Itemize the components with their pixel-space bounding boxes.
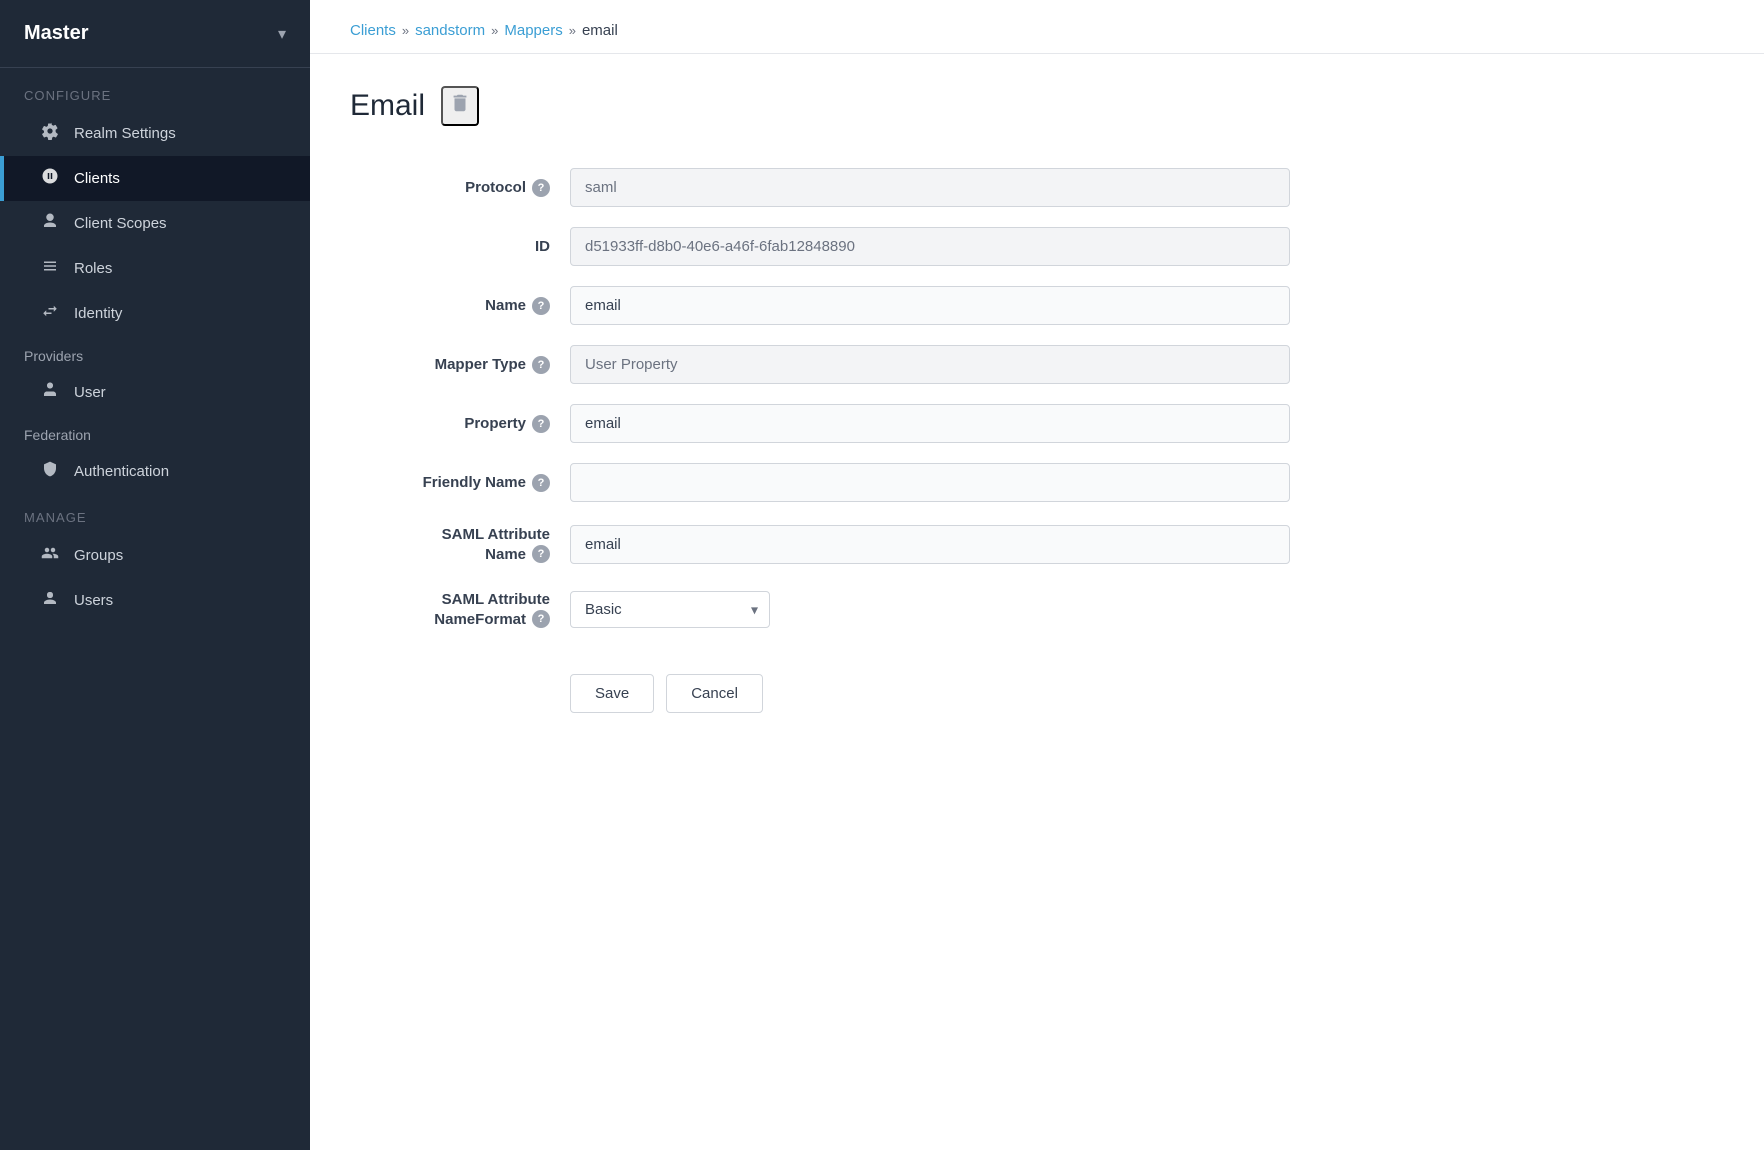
property-label: Property ? xyxy=(350,394,570,453)
saml-attribute-name-help-icon[interactable]: ? xyxy=(532,545,550,563)
federation-section-label: Federation xyxy=(0,415,310,449)
save-button[interactable]: Save xyxy=(570,674,654,713)
form-actions: Save Cancel xyxy=(350,650,1724,713)
sidebar-item-user-label: User xyxy=(74,384,106,401)
page-title: Email xyxy=(350,89,425,123)
friendly-name-input[interactable] xyxy=(570,463,1290,502)
breadcrumb-sep-1: » xyxy=(402,23,409,38)
mapper-type-field xyxy=(570,335,1350,394)
sidebar-item-realm-settings[interactable]: Realm Settings xyxy=(0,111,310,156)
breadcrumb-sep-3: » xyxy=(569,23,576,38)
protocol-label: Protocol ? xyxy=(350,158,570,217)
main-content: Clients » sandstorm » Mappers » email Em… xyxy=(310,0,1764,1150)
breadcrumb-sandstorm[interactable]: sandstorm xyxy=(415,22,485,39)
saml-attribute-name-input[interactable] xyxy=(570,525,1290,564)
saml-nameformat-select-wrapper: Basic URI Reference Unspecified xyxy=(570,591,770,628)
users-icon xyxy=(40,589,60,612)
manage-section-label: Manage xyxy=(0,494,310,533)
id-label: ID xyxy=(350,217,570,276)
sidebar-item-client-scopes-label: Client Scopes xyxy=(74,215,167,232)
chevron-down-icon: ▾ xyxy=(278,24,286,44)
id-input[interactable] xyxy=(570,227,1290,266)
mapper-type-label: Mapper Type ? xyxy=(350,335,570,394)
sidebar-item-realm-settings-label: Realm Settings xyxy=(74,125,176,142)
breadcrumb-current: email xyxy=(582,22,618,39)
sidebar-item-client-scopes[interactable]: Client Scopes xyxy=(0,201,310,246)
saml-nameformat-select[interactable]: Basic URI Reference Unspecified xyxy=(570,591,770,628)
friendly-name-field xyxy=(570,453,1350,512)
protocol-field xyxy=(570,158,1350,217)
name-label: Name ? xyxy=(350,276,570,335)
name-field xyxy=(570,276,1350,335)
authentication-icon xyxy=(40,460,60,483)
client-scopes-icon xyxy=(40,212,60,235)
sidebar-item-clients[interactable]: Clients xyxy=(0,156,310,201)
sidebar: Master ▾ Configure Realm Settings Client… xyxy=(0,0,310,1150)
user-provider-icon xyxy=(40,381,60,404)
sidebar-item-users-label: Users xyxy=(74,592,113,609)
sidebar-item-roles[interactable]: Roles xyxy=(0,246,310,291)
mapper-type-help-icon[interactable]: ? xyxy=(532,356,550,374)
roles-icon xyxy=(40,257,60,280)
saml-attribute-nameformat-help-icon[interactable]: ? xyxy=(532,610,550,628)
protocol-input[interactable] xyxy=(570,168,1290,207)
clients-icon xyxy=(40,167,60,190)
form: Protocol ? ID Name ? Mapp xyxy=(350,158,1350,642)
sidebar-item-clients-label: Clients xyxy=(74,170,120,187)
breadcrumb-mappers[interactable]: Mappers xyxy=(504,22,562,39)
property-input[interactable] xyxy=(570,404,1290,443)
realm-settings-icon xyxy=(40,122,60,145)
breadcrumb: Clients » sandstorm » Mappers » email xyxy=(310,0,1764,54)
realm-name: Master xyxy=(24,22,88,45)
providers-section-label: Providers xyxy=(0,336,310,370)
friendly-name-help-icon[interactable]: ? xyxy=(532,474,550,492)
groups-icon xyxy=(40,544,60,567)
saml-attribute-name-label: SAML Attribute Name ? xyxy=(350,512,570,577)
configure-section-label: Configure xyxy=(0,68,310,111)
breadcrumb-clients[interactable]: Clients xyxy=(350,22,396,39)
sidebar-item-users[interactable]: Users xyxy=(0,578,310,623)
sidebar-item-groups[interactable]: Groups xyxy=(0,533,310,578)
cancel-button[interactable]: Cancel xyxy=(666,674,763,713)
mapper-type-input xyxy=(570,345,1290,384)
sidebar-item-user[interactable]: User xyxy=(0,370,310,415)
page-title-row: Email xyxy=(350,86,1724,126)
sidebar-item-roles-label: Roles xyxy=(74,260,112,277)
property-help-icon[interactable]: ? xyxy=(532,415,550,433)
saml-attribute-name-field xyxy=(570,512,1350,577)
saml-attribute-nameformat-label: SAML Attribute NameFormat ? xyxy=(350,577,570,642)
sidebar-item-authentication-label: Authentication xyxy=(74,463,169,480)
name-help-icon[interactable]: ? xyxy=(532,297,550,315)
sidebar-item-groups-label: Groups xyxy=(74,547,123,564)
id-field xyxy=(570,217,1350,276)
property-field xyxy=(570,394,1350,453)
breadcrumb-sep-2: » xyxy=(491,23,498,38)
friendly-name-label: Friendly Name ? xyxy=(350,453,570,512)
content-area: Email Protocol ? ID Name xyxy=(310,54,1764,1150)
sidebar-item-identity[interactable]: Identity xyxy=(0,291,310,336)
delete-button[interactable] xyxy=(441,86,479,126)
name-input[interactable] xyxy=(570,286,1290,325)
saml-attribute-nameformat-field: Basic URI Reference Unspecified xyxy=(570,577,1350,642)
identity-icon xyxy=(40,302,60,325)
sidebar-item-identity-label: Identity xyxy=(74,305,122,322)
sidebar-item-authentication[interactable]: Authentication xyxy=(0,449,310,494)
sidebar-header[interactable]: Master ▾ xyxy=(0,0,310,68)
protocol-help-icon[interactable]: ? xyxy=(532,179,550,197)
